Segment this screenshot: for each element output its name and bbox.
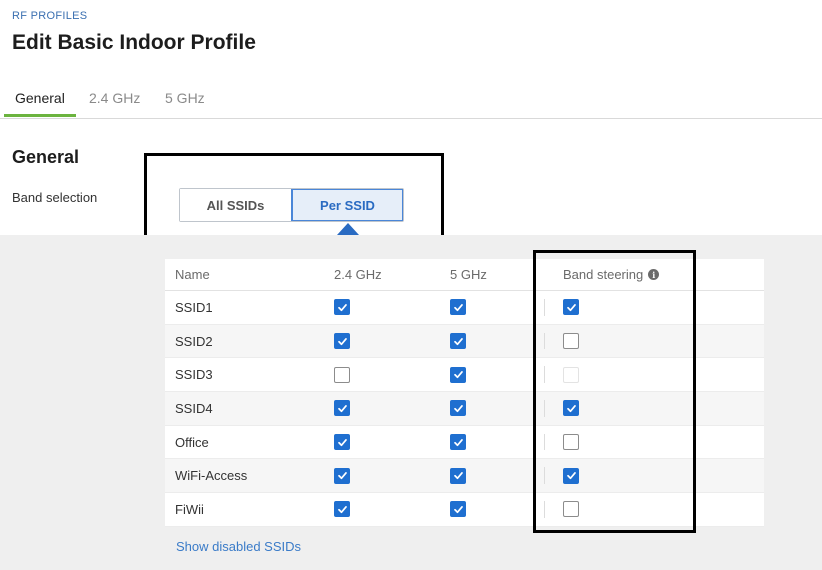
ssid-name: WiFi-Access — [175, 468, 248, 484]
annotation-box-band-steering — [533, 250, 696, 533]
cell-5-ghz — [450, 325, 466, 358]
cell-5-ghz — [450, 493, 466, 526]
breadcrumb[interactable]: RF PROFILES — [12, 10, 87, 22]
tab-general[interactable]: General — [4, 90, 76, 117]
cell-2-4-ghz — [334, 291, 350, 324]
checkbox-2-4-ghz[interactable] — [334, 434, 350, 451]
ssid-name: SSID3 — [175, 367, 213, 383]
checkbox-5-ghz[interactable] — [450, 467, 466, 484]
page-title: Edit Basic Indoor Profile — [12, 31, 256, 54]
checkbox-5-ghz[interactable] — [450, 434, 466, 451]
cell-2-4-ghz — [334, 426, 350, 459]
checkbox-2-4-ghz[interactable] — [334, 467, 350, 484]
cell-2-4-ghz — [334, 493, 350, 526]
checkbox-2-4-ghz[interactable] — [334, 299, 350, 316]
checkbox-5-ghz[interactable] — [450, 400, 466, 417]
cell-2-4-ghz — [334, 392, 350, 425]
ssid-name: SSID1 — [175, 299, 213, 315]
header-5-ghz: 5 GHz — [450, 267, 487, 282]
cell-5-ghz — [450, 426, 466, 459]
annotation-box-band-selection — [144, 153, 444, 243]
tab-2-4-ghz[interactable]: 2.4 GHz — [86, 90, 143, 116]
checkbox-5-ghz[interactable] — [450, 366, 466, 383]
tab-5-ghz[interactable]: 5 GHz — [162, 90, 208, 116]
ssid-name: FiWii — [175, 501, 204, 517]
cell-5-ghz — [450, 358, 466, 391]
cell-2-4-ghz — [334, 325, 350, 358]
checkbox-2-4-ghz[interactable] — [334, 333, 350, 350]
header-name: Name — [175, 267, 210, 282]
checkbox-5-ghz[interactable] — [450, 501, 466, 518]
ssid-name: Office — [175, 434, 209, 450]
section-title: General — [12, 147, 80, 167]
cell-5-ghz — [450, 392, 466, 425]
cell-5-ghz — [450, 291, 466, 324]
ssid-name: SSID4 — [175, 400, 213, 416]
checkbox-5-ghz[interactable] — [450, 299, 466, 316]
checkbox-2-4-ghz[interactable] — [334, 501, 350, 518]
show-disabled-ssids-link[interactable]: Show disabled SSIDs — [176, 539, 301, 554]
cell-2-4-ghz — [334, 358, 350, 391]
header-2-4-ghz: 2.4 GHz — [334, 267, 382, 282]
checkbox-5-ghz[interactable] — [450, 333, 466, 350]
ssid-name: SSID2 — [175, 333, 213, 349]
cell-2-4-ghz — [334, 459, 350, 492]
band-selection-label: Band selection — [12, 190, 98, 205]
checkbox-2-4-ghz[interactable] — [334, 366, 350, 383]
cell-5-ghz — [450, 459, 466, 492]
tab-bar: General 2.4 GHz 5 GHz — [0, 80, 822, 119]
checkbox-2-4-ghz[interactable] — [334, 400, 350, 417]
